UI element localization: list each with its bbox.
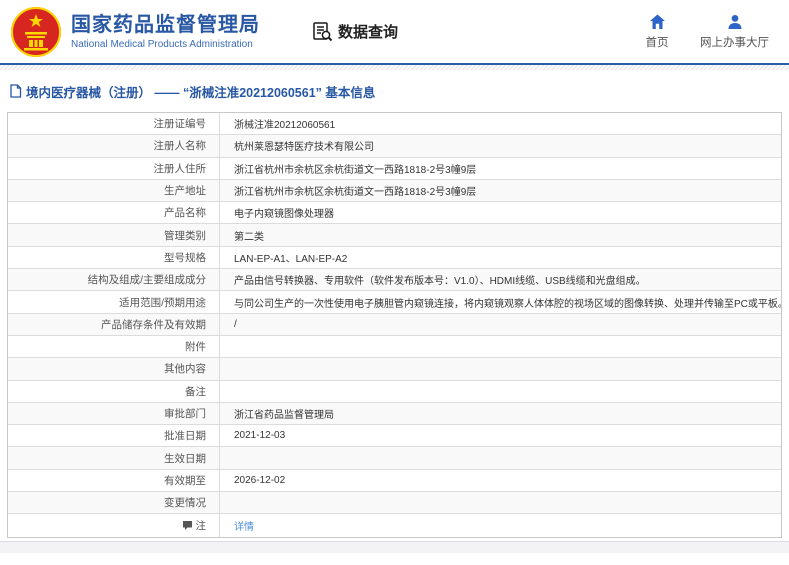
table-row: 结构及组成/主要组成成分 产品由信号转换器、专用软件（软件发布版本号：V1.0）、…: [8, 269, 781, 292]
table-row: 批准日期 2021-12-03: [8, 425, 781, 448]
row-value: 详情: [219, 514, 781, 537]
document-icon: [9, 84, 22, 98]
footer-bar: [0, 540, 789, 553]
row-label: 注册人住所: [153, 162, 207, 175]
row-label: 型号规格: [164, 251, 206, 264]
table-row: 产品名称 电子内窥镜图像处理器: [8, 202, 781, 225]
row-label: 适用范围/预期用途: [119, 296, 206, 309]
row-label: 生产地址: [164, 185, 206, 198]
detail-link[interactable]: 详情: [234, 518, 254, 533]
row-value: 浙械注准20212060561: [219, 113, 781, 135]
row-value: 电子内窥镜图像处理器: [219, 202, 781, 224]
table-row: 注册证编号 浙械注准20212060561: [8, 113, 781, 136]
row-value: [219, 380, 781, 402]
site-header: 国家药品监督管理局 National Medical Products Admi…: [0, 0, 789, 63]
data-query-icon: [312, 21, 333, 42]
table-row: 审批部门 浙江省药品监督管理局: [8, 402, 781, 426]
table-row: 注册人名称 杭州莱恩瑟特医疗技术有限公司: [8, 135, 781, 158]
note-icon: [182, 520, 193, 531]
row-label: 变更情况: [164, 497, 206, 510]
nav-label-home: 首页: [645, 36, 669, 49]
row-value: 浙江省杭州市余杭区余杭街道文一西路1818-2号3幢9层: [219, 157, 781, 179]
row-value: [219, 358, 781, 380]
nav-item-service-hall[interactable]: 网上办事大厅: [700, 14, 769, 50]
breadcrumb: 境内医疗器械（注册） —— “浙械注准20212060561” 基本信息: [0, 70, 789, 112]
row-value: LAN-EP-A1、LAN-EP-A2: [219, 246, 781, 269]
table-row: 有效期至 2026-12-02: [8, 469, 781, 493]
table-row: 注详情: [8, 514, 781, 537]
row-label: 产品名称: [164, 207, 206, 220]
table-row: 型号规格 LAN-EP-A1、LAN-EP-A2: [8, 246, 781, 270]
info-table: 注册证编号 浙械注准20212060561 注册人名称 杭州莱恩瑟特医疗技术有限公司注…: [7, 112, 782, 538]
row-value: 浙江省药品监督管理局: [219, 402, 781, 425]
table-row: 变更情况: [8, 492, 781, 515]
row-value: [219, 335, 781, 358]
row-label: 备注: [185, 385, 206, 398]
nmpa-logo: 国家药品监督管理局 National Medical Products Admi…: [10, 6, 260, 58]
nav-item-home[interactable]: 首页: [640, 14, 674, 50]
user-icon: [727, 14, 743, 30]
table-row: 注册人住所 浙江省杭州市余杭区余杭街道文一西路1818-2号3幢9层: [8, 157, 781, 180]
row-label: 批准日期: [164, 430, 206, 443]
table-row: 其他内容: [8, 358, 781, 381]
table-row: 适用范围/预期用途 与同公司生产的一次性使用电子胰胆管内窥镜连接，将内窥镜观察人体…: [8, 291, 781, 314]
row-value: /: [219, 313, 781, 335]
nav-label-service-hall: 网上办事大厅: [700, 36, 769, 49]
top-nav: 首页 网上办事大厅: [640, 14, 775, 50]
row-label: 产品储存条件及有效期: [101, 318, 206, 331]
row-value: [219, 492, 781, 514]
row-label: 有效期至: [164, 474, 206, 487]
row-label: 注册人名称: [153, 140, 207, 153]
data-query-label: 数据查询: [338, 24, 399, 41]
row-label: 注册证编号: [153, 118, 207, 131]
row-value: 与同公司生产的一次性使用电子胰胆管内窥镜连接，将内窥镜观察人体体腔的视场区域的图…: [219, 291, 781, 313]
agency-titles: 国家药品监督管理局 National Medical Products Admi…: [71, 13, 260, 50]
agency-title-cn: 国家药品监督管理局: [71, 14, 260, 36]
national-emblem-icon: [10, 6, 62, 58]
table-row: 附件: [8, 335, 781, 359]
row-label: 生效日期: [164, 452, 206, 465]
row-label: 附件: [185, 341, 206, 354]
row-value: 第二类: [219, 224, 781, 246]
table-row: 生效日期: [8, 447, 781, 470]
table-row: 管理类别 第二类: [8, 224, 781, 247]
row-label: 注: [8, 514, 219, 536]
row-label: 审批部门: [164, 408, 206, 420]
row-label: 结构及组成/主要组成成分: [87, 274, 206, 287]
row-value: 2026-12-02: [219, 469, 781, 492]
row-value: 2021-12-03: [219, 425, 781, 447]
row-value: 浙江省杭州市余杭区余杭街道文一西路1818-2号3幢9层: [219, 179, 781, 202]
table-row: 生产地址 浙江省杭州市余杭区余杭街道文一西路1818-2号3幢9层: [8, 179, 781, 203]
row-label: 其他内容: [164, 363, 206, 376]
data-query-button[interactable]: 数据查询: [312, 21, 398, 42]
row-value: 杭州莱恩瑟特医疗技术有限公司: [219, 135, 781, 157]
table-row: 产品储存条件及有效期 /: [8, 313, 781, 336]
row-value: 产品由信号转换器、专用软件（软件发布版本号：V1.0）、HDMI线缆、USB线缆…: [219, 269, 781, 291]
breadcrumb-text: 境内医疗器械（注册） —— “浙械注准20212060561” 基本信息: [26, 85, 376, 100]
home-icon: [649, 14, 666, 30]
row-value: [219, 447, 781, 469]
agency-title-en: National Medical Products Administration: [71, 39, 253, 50]
row-label: 管理类别: [164, 229, 206, 242]
table-row: 备注: [8, 380, 781, 403]
